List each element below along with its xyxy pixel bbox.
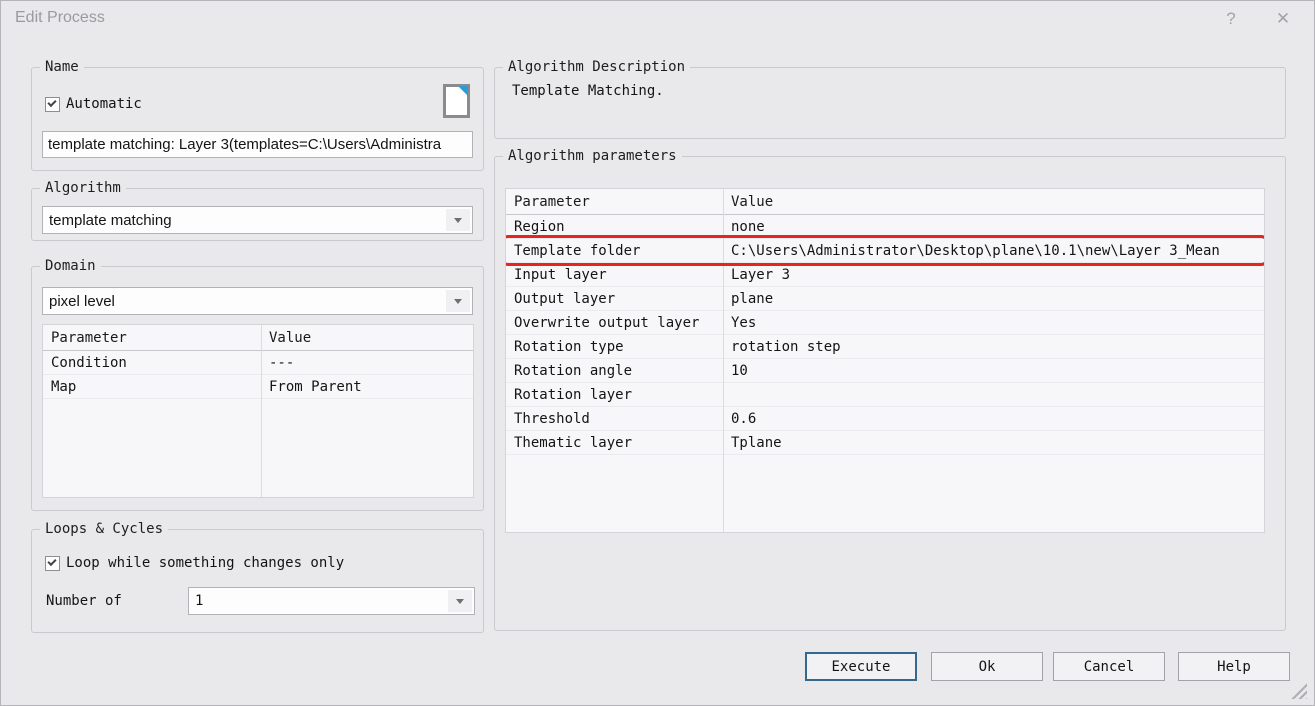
algorithm-parameters-group: Algorithm parameters Parameter Value Reg… xyxy=(494,156,1286,631)
table-row[interactable]: Output layerplane xyxy=(506,287,1264,311)
param-cell: Input layer xyxy=(506,267,723,283)
param-cell: Threshold xyxy=(506,411,723,427)
process-name-input[interactable]: template matching: Layer 3(templates=C:\… xyxy=(42,131,473,158)
domain-group: Domain pixel level Parameter Value Condi… xyxy=(31,266,484,511)
table-header-row: Parameter Value xyxy=(43,325,473,351)
table-row[interactable]: Rotation angle10 xyxy=(506,359,1264,383)
algorithm-description-text: Template Matching. xyxy=(512,83,664,99)
table-row[interactable]: Overwrite output layerYes xyxy=(506,311,1264,335)
new-document-icon[interactable] xyxy=(443,84,470,118)
value-header: Value xyxy=(261,330,319,346)
algorithm-parameter-table: Parameter Value RegionnoneTemplate folde… xyxy=(505,188,1265,533)
table-row[interactable]: Threshold0.6 xyxy=(506,407,1264,431)
table-row[interactable]: Regionnone xyxy=(506,215,1264,239)
value-cell: rotation step xyxy=(723,339,849,355)
param-cell: Rotation angle xyxy=(506,363,723,379)
loop-label: Loop while something changes only xyxy=(66,555,344,571)
close-icon[interactable]: ✕ xyxy=(1268,7,1298,31)
value-cell: Tplane xyxy=(723,435,790,451)
value-header: Value xyxy=(723,194,781,210)
domain-parameter-table: Parameter Value Condition---MapFrom Pare… xyxy=(42,324,474,498)
name-group: Name Automatic template matching: Layer … xyxy=(31,67,484,171)
window-title: Edit Process xyxy=(15,9,105,27)
parameter-header: Parameter xyxy=(506,194,723,210)
value-cell: Yes xyxy=(723,315,764,331)
table-row[interactable]: Rotation layer xyxy=(506,383,1264,407)
resize-grip-icon[interactable] xyxy=(1290,682,1307,699)
value-cell: From Parent xyxy=(261,379,370,395)
name-group-title: Name xyxy=(40,59,84,76)
chevron-down-icon[interactable] xyxy=(446,209,470,231)
algorithm-select[interactable]: template matching xyxy=(42,206,473,234)
param-cell: Template folder xyxy=(506,243,723,259)
number-of-value: 1 xyxy=(189,593,446,609)
cancel-button[interactable]: Cancel xyxy=(1053,652,1165,681)
domain-group-title: Domain xyxy=(40,258,101,275)
column-divider xyxy=(261,325,262,497)
ok-button[interactable]: Ok xyxy=(931,652,1043,681)
domain-selected-value: pixel level xyxy=(43,293,444,310)
value-cell: 0.6 xyxy=(723,411,764,427)
execute-button[interactable]: Execute xyxy=(805,652,917,681)
loops-cycles-group: Loops & Cycles Loop while something chan… xyxy=(31,529,484,633)
params-table-body: RegionnoneTemplate folderC:\Users\Admini… xyxy=(506,215,1264,455)
table-row[interactable]: Input layerLayer 3 xyxy=(506,263,1264,287)
loops-group-title: Loops & Cycles xyxy=(40,521,168,538)
titlebar: Edit Process ? ✕ xyxy=(1,1,1314,37)
help-button[interactable]: Help xyxy=(1178,652,1290,681)
param-cell: Map xyxy=(43,379,261,395)
description-group-title: Algorithm Description xyxy=(503,59,690,76)
algorithm-group-title: Algorithm xyxy=(40,180,126,197)
value-cell: 10 xyxy=(723,363,756,379)
param-cell: Rotation type xyxy=(506,339,723,355)
chevron-down-icon[interactable] xyxy=(448,590,472,612)
algorithm-description-group: Algorithm Description Template Matching. xyxy=(494,67,1286,139)
parameter-header: Parameter xyxy=(43,330,261,346)
value-cell: none xyxy=(723,219,773,235)
param-cell: Overwrite output layer xyxy=(506,315,723,331)
value-cell: plane xyxy=(723,291,781,307)
value-cell: C:\Users\Administrator\Desktop\plane\10.… xyxy=(723,243,1228,259)
table-header-row: Parameter Value xyxy=(506,189,1264,215)
param-cell: Region xyxy=(506,219,723,235)
number-of-select[interactable]: 1 xyxy=(188,587,475,615)
table-row[interactable]: Condition--- xyxy=(43,351,473,375)
column-divider xyxy=(723,189,724,532)
param-cell: Rotation layer xyxy=(506,387,723,403)
value-cell: Layer 3 xyxy=(723,267,798,283)
domain-select[interactable]: pixel level xyxy=(42,287,473,315)
table-row[interactable]: Thematic layerTplane xyxy=(506,431,1264,455)
param-cell: Thematic layer xyxy=(506,435,723,451)
algorithm-group: Algorithm template matching xyxy=(31,188,484,241)
value-cell: --- xyxy=(261,355,302,371)
loop-checkbox[interactable] xyxy=(45,556,60,571)
algorithm-selected-value: template matching xyxy=(43,212,444,229)
document-fold xyxy=(458,86,468,96)
automatic-checkbox[interactable] xyxy=(45,97,60,112)
table-row[interactable]: Rotation typerotation step xyxy=(506,335,1264,359)
checkmark-icon xyxy=(47,556,56,565)
edit-process-dialog: Edit Process ? ✕ Name Automatic template… xyxy=(0,0,1315,706)
automatic-label: Automatic xyxy=(66,96,142,112)
table-row[interactable]: MapFrom Parent xyxy=(43,375,473,399)
checkmark-icon xyxy=(47,97,56,106)
help-icon[interactable]: ? xyxy=(1216,7,1246,31)
loop-checkbox-row[interactable]: Loop while something changes only xyxy=(45,555,344,571)
parameters-group-title: Algorithm parameters xyxy=(503,148,682,165)
chevron-down-icon[interactable] xyxy=(446,290,470,312)
automatic-checkbox-row[interactable]: Automatic xyxy=(45,96,142,112)
param-cell: Output layer xyxy=(506,291,723,307)
param-cell: Condition xyxy=(43,355,261,371)
table-row[interactable]: Template folderC:\Users\Administrator\De… xyxy=(506,239,1264,263)
domain-table-body: Condition---MapFrom Parent xyxy=(43,351,473,399)
number-of-label: Number of xyxy=(46,593,122,609)
